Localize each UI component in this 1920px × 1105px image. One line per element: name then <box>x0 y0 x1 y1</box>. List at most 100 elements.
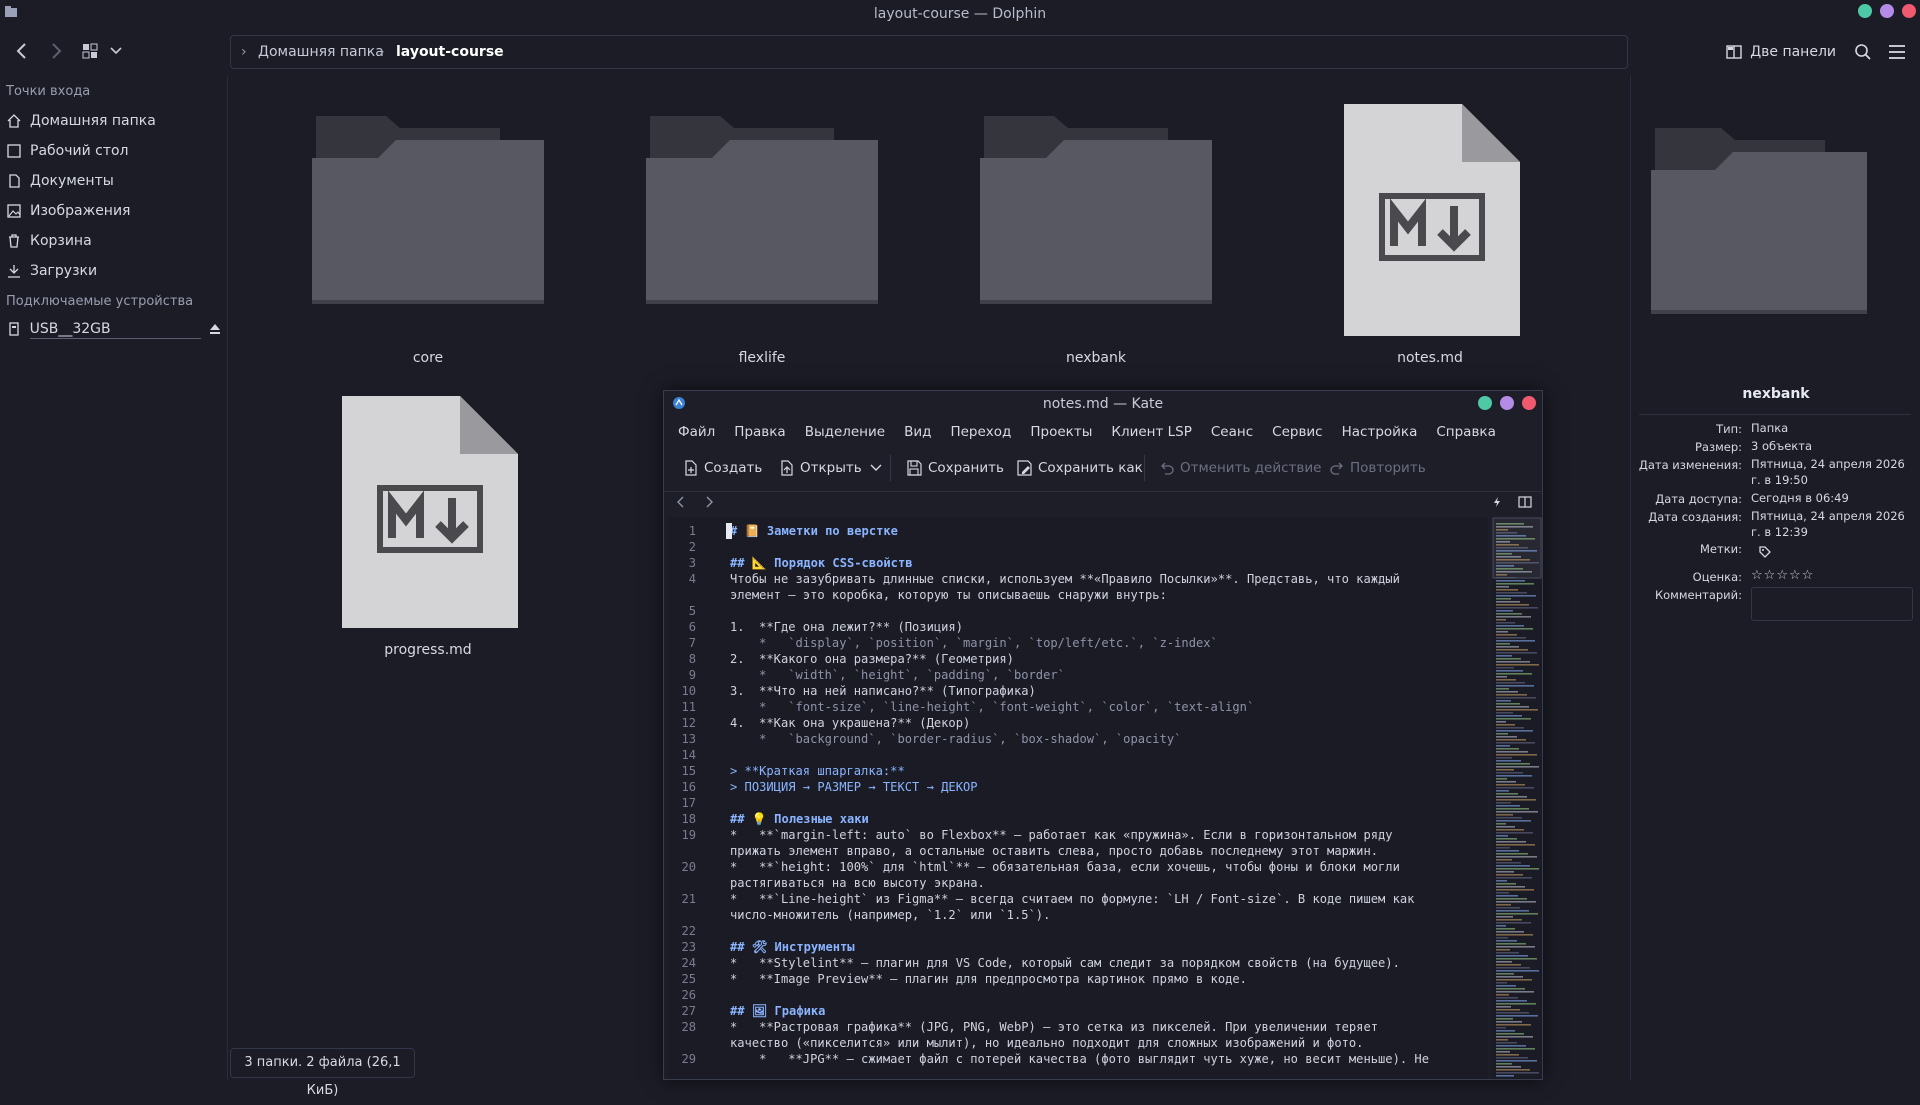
file-item-progress-md[interactable] <box>308 394 548 630</box>
file-item-notes-md[interactable] <box>1310 102 1550 338</box>
editor-line[interactable]: растягиваться на всю высоту экрана. <box>668 875 1488 891</box>
hamburger-menu-icon[interactable] <box>1888 44 1906 60</box>
menu-go[interactable]: Переход <box>950 424 1011 440</box>
prev-tab-chevron-icon[interactable] <box>676 496 686 508</box>
editor-line[interactable]: 27 ## 🖼 Графика <box>668 1003 1488 1019</box>
split-view-button[interactable]: Две панели <box>1726 40 1836 64</box>
file-label[interactable]: notes.md <box>1310 350 1550 366</box>
file-label[interactable]: flexlife <box>642 350 882 366</box>
sidebar-item-desktop[interactable]: Рабочий стол <box>6 138 221 164</box>
editor-line[interactable]: 24 * **Stylelint** — плагин для VS Code, … <box>668 955 1488 971</box>
menu-projects[interactable]: Проекты <box>1030 424 1092 440</box>
editor-line[interactable]: 28 * **Растровая графика** (JPG, PNG, Web… <box>668 1019 1488 1035</box>
folder-item-core[interactable] <box>308 106 548 306</box>
split-view-icon[interactable] <box>1518 496 1532 508</box>
eject-icon[interactable] <box>209 323 221 335</box>
star-icon[interactable]: ☆ <box>1789 568 1801 583</box>
editor-line[interactable]: 4 Чтобы не зазубривать длинные списки, ис… <box>668 571 1488 587</box>
menu-view[interactable]: Вид <box>904 424 931 440</box>
editor-line[interactable]: 22 <box>668 923 1488 939</box>
breadcrumb-current[interactable]: layout-course <box>396 36 504 68</box>
editor-minimap[interactable] <box>1492 517 1542 1079</box>
menu-file[interactable]: Файл <box>678 424 715 440</box>
view-mode-chevron-down-icon[interactable] <box>110 46 122 56</box>
close-button[interactable] <box>1902 4 1916 18</box>
breadcrumb-separator-icon[interactable]: › <box>379 36 385 68</box>
next-tab-chevron-icon[interactable] <box>704 496 714 508</box>
editor-line[interactable]: 15 > **Краткая шпаргалка:** <box>668 763 1488 779</box>
editor-line[interactable]: 2 <box>668 539 1488 555</box>
redo-button[interactable]: Повторить <box>1330 449 1426 487</box>
save-button[interactable]: Сохранить <box>906 449 1004 487</box>
forward-icon[interactable] <box>48 42 64 60</box>
new-document-button[interactable]: Создать <box>684 449 762 487</box>
editor-line[interactable]: 21 * **`Line-height` из Figma** — всегда … <box>668 891 1488 907</box>
star-icon[interactable]: ☆ <box>1776 568 1788 583</box>
editor-line[interactable]: элемент — это коробка, которую ты описыв… <box>668 587 1488 603</box>
kate-maximize-button[interactable] <box>1500 396 1514 410</box>
breadcrumb[interactable]: › Домашняя папка › layout-course <box>230 35 1628 69</box>
menu-tools[interactable]: Сервис <box>1272 424 1322 440</box>
sidebar-item-home[interactable]: Домашняя папка <box>6 108 221 134</box>
file-label[interactable]: progress.md <box>308 642 548 658</box>
open-button[interactable]: Открыть <box>780 449 862 487</box>
back-icon[interactable] <box>14 42 30 60</box>
menu-help[interactable]: Справка <box>1436 424 1495 440</box>
star-icon[interactable]: ☆ <box>1764 568 1776 583</box>
editor-line[interactable]: 3 ## 📐 Порядок CSS-свойств <box>668 555 1488 571</box>
menu-settings[interactable]: Настройка <box>1342 424 1418 440</box>
view-mode-icon[interactable] <box>82 43 98 59</box>
editor-line[interactable]: 25 * **Image Preview** — плагин для предп… <box>668 971 1488 987</box>
menu-lsp-client[interactable]: Клиент LSP <box>1111 424 1192 440</box>
editor-line[interactable]: 10 3. **Что на ней написано?** (Типографи… <box>668 683 1488 699</box>
editor-line[interactable]: 19 * **`margin-left: auto` во Flexbox** —… <box>668 827 1488 843</box>
editor-line[interactable]: 11 * `font-size`, `line-height`, `font-w… <box>668 699 1488 715</box>
editor-line[interactable]: 14 <box>668 747 1488 763</box>
kate-close-button[interactable] <box>1522 396 1536 410</box>
folder-item-nexbank[interactable] <box>976 106 1216 306</box>
sidebar-item-trash[interactable]: Корзина <box>6 228 221 254</box>
sidebar-item-pictures[interactable]: Изображения <box>6 198 221 224</box>
editor-line[interactable]: 6 1. **Где она лежит?** (Позиция) <box>668 619 1488 635</box>
editor-line[interactable]: число-множитель (например, `1.2` или `1.… <box>668 907 1488 923</box>
breadcrumb-home[interactable]: Домашняя папка <box>258 36 384 68</box>
editor-line[interactable]: 18 ## 💡 Полезные хаки <box>668 811 1488 827</box>
editor-line[interactable]: 23 ## 🛠 Инструменты <box>668 939 1488 955</box>
kate-minimize-button[interactable] <box>1478 396 1492 410</box>
file-label[interactable]: core <box>308 350 548 366</box>
editor-line[interactable]: 8 2. **Какого она размера?** (Геометрия) <box>668 651 1488 667</box>
star-icon[interactable]: ☆ <box>1751 568 1763 583</box>
editor-line[interactable]: 1 # 📔 Заметки по верстке <box>668 523 1488 539</box>
sidebar-item-downloads[interactable]: Загрузки <box>6 258 221 284</box>
search-icon[interactable] <box>1854 43 1872 61</box>
editor-line[interactable]: 9 * `width`, `height`, `padding`, `borde… <box>668 667 1488 683</box>
rating-stars[interactable]: ☆ ☆ ☆ ☆ ☆ <box>1751 568 1813 583</box>
editor-line[interactable]: прижать элемент вправо, а остальные оста… <box>668 843 1488 859</box>
minimize-button[interactable] <box>1858 4 1872 18</box>
menu-selection[interactable]: Выделение <box>805 424 885 440</box>
star-icon[interactable]: ☆ <box>1802 568 1814 583</box>
editor-line[interactable]: 16 > ПОЗИЦИЯ → РАЗМЕР → ТЕКСТ → ДЕКОР <box>668 779 1488 795</box>
code-editor[interactable]: 1 # 📔 Заметки по верстке 2 3 ## 📐 Порядок CS… <box>668 517 1488 1079</box>
editor-line[interactable]: 20 * **`height: 100%` для `html`** — обяз… <box>668 859 1488 875</box>
editor-line[interactable]: 5 <box>668 603 1488 619</box>
editor-line[interactable]: 26 <box>668 987 1488 1003</box>
comment-field[interactable] <box>1751 587 1913 621</box>
editor-line[interactable]: 29 * **JPG** — сжимает файл с потерей ка… <box>668 1051 1488 1067</box>
editor-line[interactable]: качество («пикселится» или мылит), но ид… <box>668 1035 1488 1051</box>
quick-open-icon[interactable] <box>1492 496 1502 508</box>
tag-icon[interactable] <box>1759 546 1771 558</box>
breadcrumb-root-chevron-icon[interactable]: › <box>241 36 247 68</box>
editor-line[interactable]: 7 * `display`, `position`, `margin`, `to… <box>668 635 1488 651</box>
folder-item-flexlife[interactable] <box>642 106 882 306</box>
sidebar-item-documents[interactable]: Документы <box>6 168 221 194</box>
open-recent-chevron-down-icon[interactable] <box>870 463 882 473</box>
maximize-button[interactable] <box>1880 4 1894 18</box>
editor-line[interactable]: 17 <box>668 795 1488 811</box>
menu-session[interactable]: Сеанс <box>1211 424 1253 440</box>
editor-line[interactable]: 13 * `background`, `border-radius`, `box… <box>668 731 1488 747</box>
editor-line[interactable]: 12 4. **Как она украшена?** (Декор) <box>668 715 1488 731</box>
menu-edit[interactable]: Правка <box>734 424 785 440</box>
save-as-button[interactable]: Сохранить как <box>1016 449 1143 487</box>
undo-button[interactable]: Отменить действие <box>1160 449 1321 487</box>
